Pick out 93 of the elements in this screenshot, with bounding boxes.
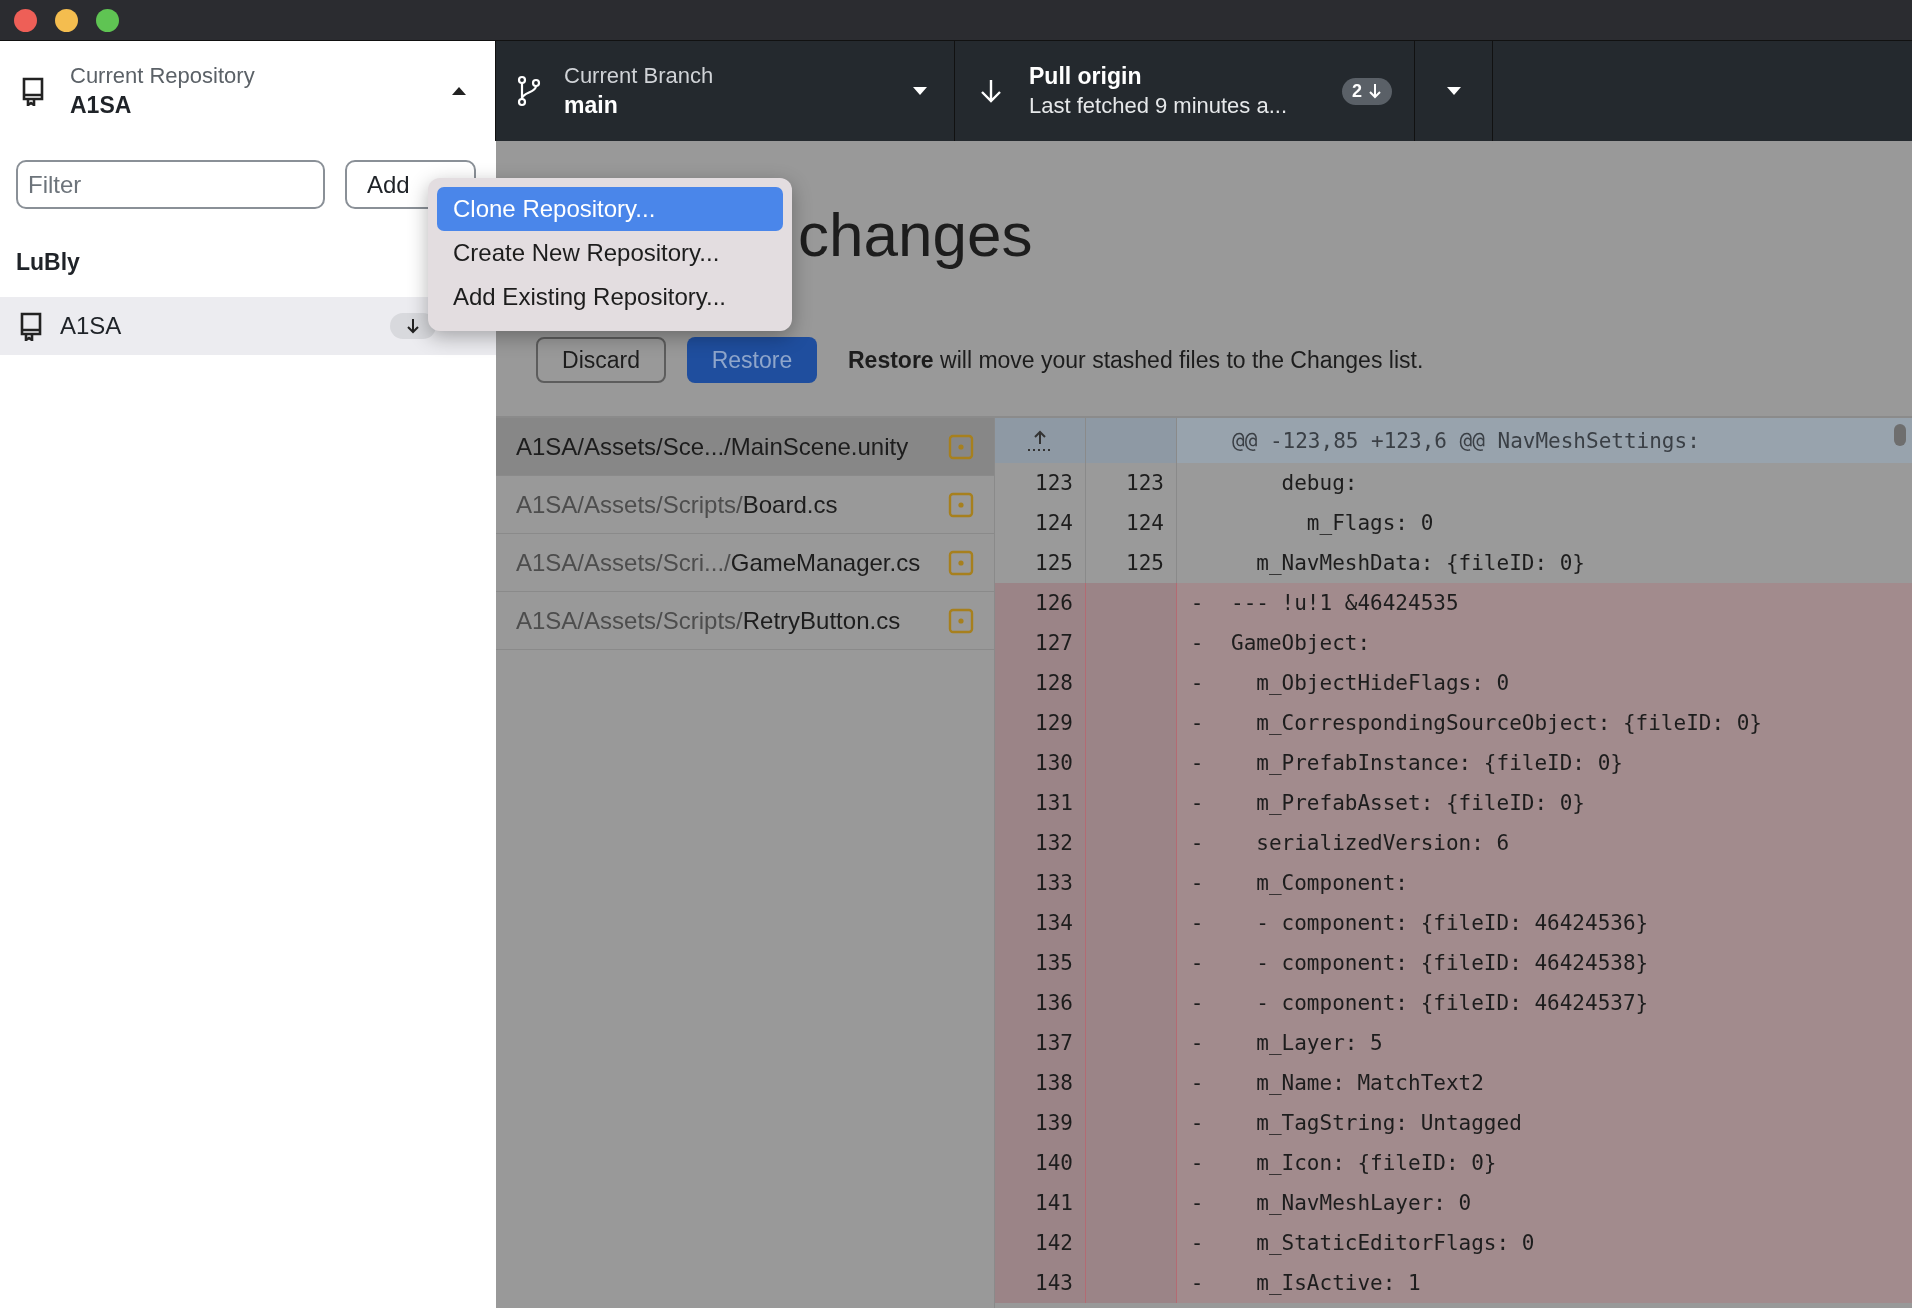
- code-line: m_Name: MatchText2: [1255, 1071, 1484, 1095]
- line-number: 128: [995, 663, 1086, 703]
- deleted-marker: -: [1190, 1231, 1204, 1255]
- page-title: changes: [798, 199, 1033, 270]
- pull-subtitle: Last fetched 9 minutes a...: [1029, 93, 1289, 119]
- repository-icon: [18, 311, 44, 341]
- code-line: m_ObjectHideFlags: 0: [1255, 671, 1510, 695]
- deleted-marker: -: [1190, 1151, 1204, 1175]
- commit-count-badge: 2: [1342, 77, 1392, 105]
- menu-item[interactable]: Clone Repository...: [437, 187, 783, 231]
- repository-selector[interactable]: Current Repository A1SA: [0, 41, 496, 141]
- line-number: 143: [995, 1263, 1086, 1303]
- line-number: 136: [995, 983, 1086, 1023]
- deleted-marker: -: [1190, 1111, 1204, 1135]
- filter-field[interactable]: Filter: [16, 160, 325, 209]
- minimize-button[interactable]: [55, 8, 78, 32]
- scrollbar-thumb[interactable]: [1894, 424, 1906, 446]
- deleted-marker: -: [1190, 1271, 1204, 1295]
- repository-name: A1SA: [70, 92, 133, 119]
- code-line: m_Flags: 0: [1305, 511, 1434, 535]
- code-line: m_StaticEditorFlags: 0: [1255, 1231, 1535, 1255]
- line-number: 137: [995, 1023, 1086, 1063]
- deleted-marker: -: [1190, 631, 1204, 655]
- deleted-marker: -: [1190, 911, 1204, 935]
- line-number: 138: [995, 1063, 1086, 1103]
- hunk-header: @@ -123,85 +123,6 @@ NavMeshSettings:: [1231, 428, 1700, 453]
- deleted-marker: -: [1190, 791, 1204, 815]
- code-line: m_IsActive: 1: [1255, 1271, 1421, 1295]
- file-item[interactable]: A1SA/Assets/Sce.../MainScene.unity: [496, 418, 994, 476]
- code-line: m_TagString: Untagged: [1255, 1111, 1522, 1135]
- modified-icon: [948, 433, 974, 460]
- deleted-marker: -: [1190, 1071, 1204, 1095]
- branch-icon: [516, 75, 542, 107]
- code-line: GameObject:: [1230, 631, 1371, 655]
- file-item[interactable]: A1SA/Assets/Scripts/Board.cs: [496, 476, 994, 534]
- line-number: 141: [995, 1183, 1086, 1223]
- deleted-marker: -: [1190, 831, 1204, 855]
- zoom-button[interactable]: [96, 8, 119, 32]
- arrow-down-icon: [979, 78, 1003, 104]
- repository-icon: [20, 76, 46, 106]
- branch-name: main: [564, 92, 619, 119]
- code-line: m_CorrespondingSourceObject: {fileID: 0}: [1255, 711, 1762, 735]
- deleted-marker: -: [1190, 671, 1204, 695]
- line-number: 133: [995, 863, 1086, 903]
- line-number: 131: [995, 783, 1086, 823]
- line-number: 142: [995, 1223, 1086, 1263]
- repository-name: A1SA: [60, 312, 123, 340]
- line-number: 135: [995, 943, 1086, 983]
- discard-button[interactable]: Discard: [536, 337, 666, 383]
- deleted-marker: -: [1190, 951, 1204, 975]
- deleted-marker: -: [1190, 711, 1204, 735]
- code-line: debug:: [1280, 471, 1358, 495]
- line-number: 129: [995, 703, 1086, 743]
- line-number: 130: [995, 743, 1086, 783]
- modified-icon: [948, 607, 974, 634]
- code-line: serializedVersion: 6: [1255, 831, 1510, 855]
- code-line: m_NavMeshData: {fileID: 0}: [1255, 551, 1585, 575]
- code-line: - component: {fileID: 46424538}: [1255, 951, 1649, 975]
- restore-note: Restore will move your stashed files to the Changes list.: [848, 346, 1424, 374]
- deleted-marker: -: [1190, 751, 1204, 775]
- group-header: LuBly: [16, 249, 80, 276]
- pull-title: Pull origin: [1029, 63, 1143, 90]
- code-line: m_Layer: 5: [1255, 1031, 1383, 1055]
- repository-label: Current Repository: [70, 63, 256, 89]
- deleted-marker: -: [1190, 1031, 1204, 1055]
- line-number: 140: [995, 1143, 1086, 1183]
- caret-icon: [1445, 86, 1462, 96]
- code-line: m_NavMeshLayer: 0: [1255, 1191, 1472, 1215]
- line-number: 127: [995, 623, 1086, 663]
- code-line: m_Icon: {fileID: 0}: [1255, 1151, 1497, 1175]
- deleted-marker: -: [1190, 991, 1204, 1015]
- code-line: - component: {fileID: 46424536}: [1255, 911, 1649, 935]
- menu-item[interactable]: Create New Repository...: [437, 231, 783, 275]
- code-line: m_PrefabInstance: {fileID: 0}: [1255, 751, 1623, 775]
- line-number: 139: [995, 1103, 1086, 1143]
- code-line: m_Component:: [1255, 871, 1408, 895]
- branch-label: Current Branch: [564, 63, 715, 89]
- code-line: m_PrefabAsset: {fileID: 0}: [1255, 791, 1585, 815]
- code-line: - component: {fileID: 46424537}: [1255, 991, 1649, 1015]
- close-button[interactable]: [14, 8, 37, 32]
- file-item[interactable]: A1SA/Assets/Scripts/RetryButton.cs: [496, 592, 994, 650]
- code-line: --- !u!1 &46424535: [1230, 591, 1459, 615]
- line-number: 126: [995, 583, 1086, 623]
- deleted-marker: -: [1190, 591, 1204, 615]
- line-number: 134: [995, 903, 1086, 943]
- modified-icon: [948, 491, 974, 518]
- line-number: 132: [995, 823, 1086, 863]
- caret-icon: [451, 86, 467, 96]
- file-item[interactable]: A1SA/Assets/Scri.../GameManager.cs: [496, 534, 994, 592]
- modified-icon: [948, 549, 974, 576]
- deleted-marker: -: [1190, 871, 1204, 895]
- deleted-marker: -: [1190, 1191, 1204, 1215]
- caret-icon: [912, 86, 928, 96]
